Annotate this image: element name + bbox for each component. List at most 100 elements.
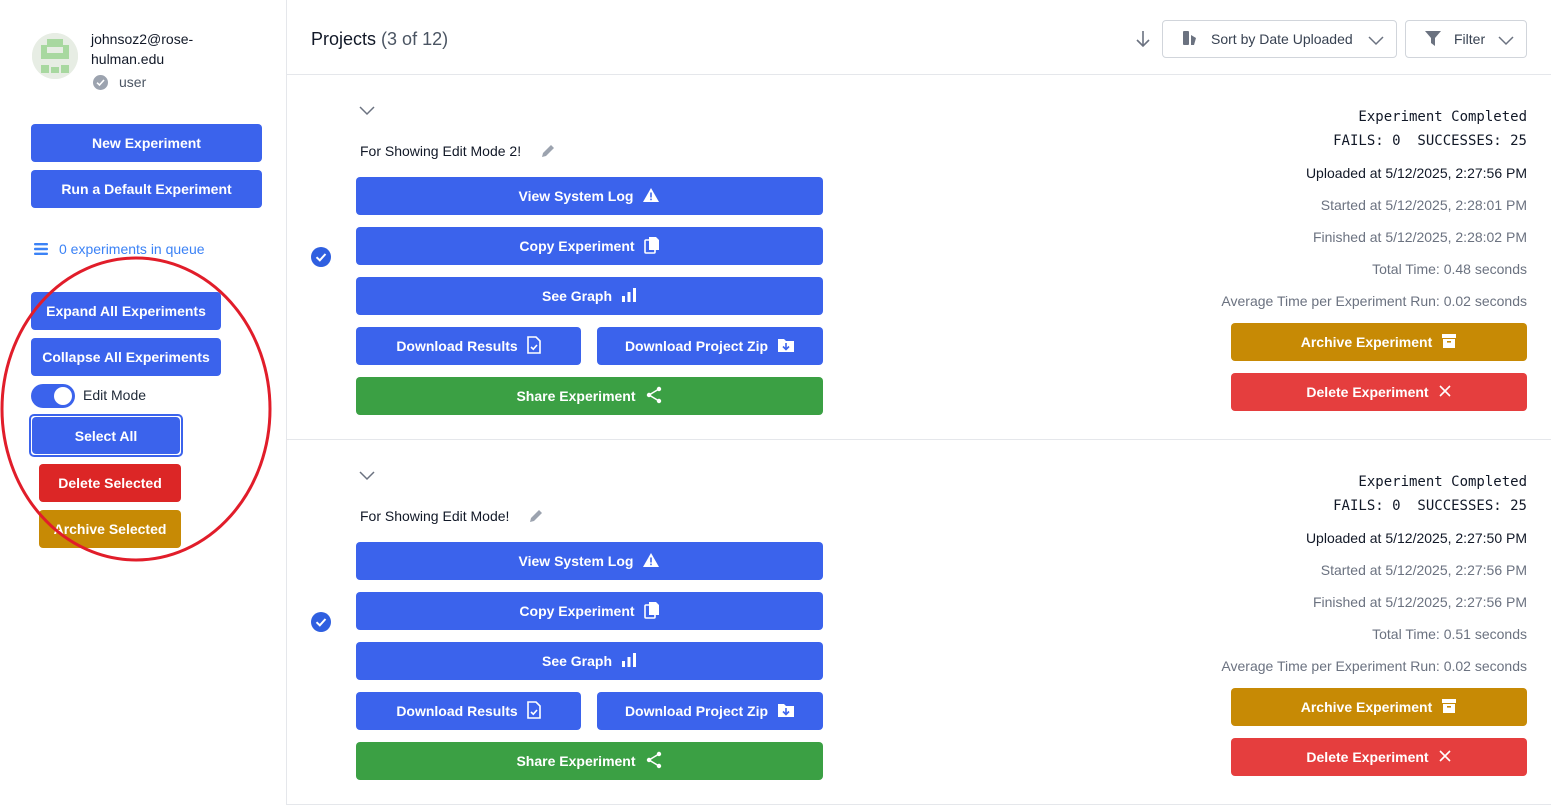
view-system-log-button[interactable]: View System Log [356,542,823,580]
see-graph-button[interactable]: See Graph [356,277,823,315]
fails-successes: FAILS: 0 SUCCESSES: 25 [1333,133,1527,149]
user-role: user [119,74,147,90]
archive-experiment-label: Archive Experiment [1300,334,1433,350]
copy-icon [643,236,660,257]
share-icon [645,386,663,407]
selected-check-icon[interactable] [310,611,332,638]
average-time: Average Time per Experiment Run: 0.02 se… [1221,658,1527,674]
expand-all-experiments-button[interactable]: Expand All Experiments [31,292,221,330]
toggle-knob [54,387,72,405]
view-system-log-label: View System Log [518,188,634,204]
user-email: johnsoz2@rose-hulman.edu [91,31,194,67]
view-system-log-button[interactable]: View System Log [356,177,823,215]
collapse-chevron-icon[interactable] [359,468,375,486]
share-experiment-button[interactable]: Share Experiment [356,742,823,780]
finished-time: Finished at 5/12/2025, 2:27:56 PM [1312,594,1527,610]
archive-box-icon [1441,333,1457,352]
edit-mode-label: Edit Mode [83,387,147,403]
close-icon [1438,384,1452,401]
project-name: For Showing Edit Mode 2! [360,143,522,159]
total-time: Total Time: 0.48 seconds [1372,261,1527,277]
finished-time: Finished at 5/12/2025, 2:28:02 PM [1312,229,1527,245]
archive-experiment-button[interactable]: Archive Experiment [1231,688,1527,726]
started-time: Started at 5/12/2025, 2:27:56 PM [1320,562,1527,578]
download-results-button[interactable]: Download Results [356,692,581,730]
status-text: Experiment Completed [1358,474,1527,490]
copy-experiment-button[interactable]: Copy Experiment [356,227,823,265]
project-card: For Showing Edit Mode 2! View System Log… [287,75,1551,440]
edit-mode-toggle[interactable] [31,384,75,408]
share-experiment-label: Share Experiment [516,753,636,769]
warning-icon [642,552,660,571]
archive-experiment-button[interactable]: Archive Experiment [1231,323,1527,361]
run-default-experiment-button[interactable]: Run a Default Experiment [31,170,262,208]
total-time: Total Time: 0.51 seconds [1372,626,1527,642]
folder-download-icon [777,702,795,721]
see-graph-button[interactable]: See Graph [356,642,823,680]
share-experiment-label: Share Experiment [516,388,636,404]
sort-direction-icon[interactable] [1135,30,1151,53]
page-title: Projects (3 of 12) [311,29,448,50]
projects-header: Projects (3 of 12) Sort by Date Uploaded… [287,0,1551,75]
delete-experiment-label: Delete Experiment [1306,384,1429,400]
download-results-label: Download Results [396,338,518,354]
verified-check-icon [93,75,108,90]
download-results-button[interactable]: Download Results [356,327,581,365]
project-card: For Showing Edit Mode! View System Log C… [287,440,1551,805]
uploaded-time: Uploaded at 5/12/2025, 2:27:56 PM [1305,165,1527,181]
download-project-zip-label: Download Project Zip [624,703,769,719]
filter-label: Filter [1454,31,1486,47]
filter-dropdown[interactable]: Filter [1405,20,1527,58]
average-time: Average Time per Experiment Run: 0.02 se… [1221,293,1527,309]
bar-chart-icon [621,652,637,671]
collapse-chevron-icon[interactable] [359,103,375,121]
share-icon [645,751,663,772]
see-graph-label: See Graph [541,288,613,304]
queue-list-icon [33,242,49,256]
edit-name-pencil-icon[interactable] [539,142,557,165]
select-all-button[interactable]: Select All [32,417,180,454]
new-experiment-button[interactable]: New Experiment [31,124,262,162]
warning-icon [642,187,660,206]
copy-experiment-button[interactable]: Copy Experiment [356,592,823,630]
sort-dropdown[interactable]: Sort by Date Uploaded [1162,20,1397,58]
sort-label: Sort by Date Uploaded [1211,31,1353,47]
folder-download-icon [777,337,795,356]
archive-experiment-label: Archive Experiment [1300,699,1433,715]
copy-experiment-label: Copy Experiment [519,603,635,619]
edit-name-pencil-icon[interactable] [527,507,545,530]
delete-experiment-label: Delete Experiment [1306,749,1429,765]
sort-icon [1181,29,1199,50]
experiment-status: Experiment Completed FAILS: 0 SUCCESSES:… [1333,470,1527,518]
bar-chart-icon [621,287,637,306]
select-all-focus-ring: Select All [29,414,183,457]
project-count: (3 of 12) [381,29,449,49]
share-experiment-button[interactable]: Share Experiment [356,377,823,415]
collapse-all-experiments-button[interactable]: Collapse All Experiments [31,338,221,376]
download-project-zip-button[interactable]: Download Project Zip [597,327,823,365]
started-time: Started at 5/12/2025, 2:28:01 PM [1320,197,1527,213]
archive-selected-button[interactable]: Archive Selected [39,510,181,548]
status-text: Experiment Completed [1358,109,1527,125]
queue-status-link[interactable]: 0 experiments in queue [33,241,205,257]
copy-experiment-label: Copy Experiment [519,238,635,254]
user-avatar [32,33,78,79]
file-check-icon [526,335,541,357]
selected-check-icon[interactable] [310,246,332,273]
uploaded-time: Uploaded at 5/12/2025, 2:27:50 PM [1305,530,1527,546]
filter-icon [1424,29,1442,50]
delete-selected-button[interactable]: Delete Selected [39,464,181,502]
see-graph-label: See Graph [541,653,613,669]
chevron-down-icon [1368,33,1384,49]
file-check-icon [526,700,541,722]
fails-successes: FAILS: 0 SUCCESSES: 25 [1333,498,1527,514]
delete-experiment-button[interactable]: Delete Experiment [1231,373,1527,411]
delete-experiment-button[interactable]: Delete Experiment [1231,738,1527,776]
archive-box-icon [1441,698,1457,717]
download-project-zip-button[interactable]: Download Project Zip [597,692,823,730]
copy-icon [643,601,660,622]
chevron-down-icon [1498,33,1514,49]
page-title-text: Projects [311,29,377,49]
view-system-log-label: View System Log [518,553,634,569]
project-name: For Showing Edit Mode! [360,508,510,524]
